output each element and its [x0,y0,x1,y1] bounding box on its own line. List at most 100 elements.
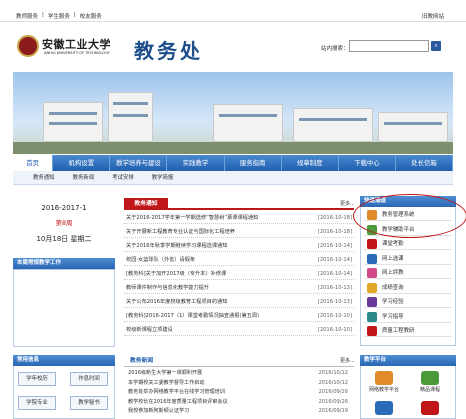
quick-access-label: 成绩查询 [382,284,404,291]
notice-title[interactable]: 关于开展新工程教育专业认证与国际化工程培养 [126,226,316,238]
news-more-link[interactable]: 更多... [340,357,355,364]
notice-title[interactable]: 关于2016年秋季学期继续学习课程选课通知 [126,240,316,252]
book-icon [421,371,439,385]
notice-row[interactable]: 关于开展新工程教育专业认证与国际化工程培养 [2016-10-18] [124,226,354,238]
news-date: 2016/10/12 [318,370,348,376]
notice-row[interactable]: 校级新课程立项建设 [2016-10-10] [124,324,354,336]
quick-access-icon [367,326,377,336]
nav-director-mailbox[interactable]: 处长信箱 [396,155,454,171]
term-label: 2016-2017-1 [41,204,87,212]
notice-more-link[interactable]: 更多... [340,200,355,207]
news-date: 2016/10/12 [318,379,348,386]
platform-tile-4[interactable] [410,400,450,419]
office-title: 教务处 [134,39,203,63]
notice-title[interactable]: 教师课件制作与信息化教学能力提升 [126,282,316,294]
weekday-value: 星期二 [70,235,92,243]
notice-title[interactable]: [教务科]关于加开2017级（专升本）补修课 [126,268,316,280]
weekly-teaching-header[interactable]: 本周常规教学工作 [13,258,115,269]
alumni-service-link[interactable]: 校友服务 [80,12,102,20]
subnav-notices[interactable]: 教务通知 [33,171,55,184]
notice-row[interactable]: 关于公布2016年度校级教育工程项目的通知 [2016-10-13] [124,296,354,308]
nav-organization[interactable]: 机构设置 [53,155,111,171]
notice-date: [2016-10-13] [317,299,352,305]
nav-practice[interactable]: 实践教学 [167,155,225,171]
quick-access-label: 学习指导 [382,313,404,320]
news-row[interactable]: 本学期校关工委教学督导工作启动 2016/10/12 [124,379,354,388]
platform-tile-courses[interactable]: 精品课程 [410,370,450,398]
subnav-news[interactable]: 教务新闻 [73,171,95,184]
quick-access-item[interactable]: 成绩查询 [364,282,452,294]
schedule-button[interactable]: 作息时间 [70,372,108,386]
quick-access-icon [367,253,377,264]
separator: | [42,12,44,18]
notice-title[interactable]: 校园·女篮球队（外省）请假条 [126,254,316,266]
quick-access-icon [367,297,377,307]
notice-title[interactable]: 校级新课程立项建设 [126,324,316,336]
notice-row[interactable]: 校园·女篮球队（外省）请假条 [2016-10-14] [124,254,354,266]
notice-date: [2016-10-13] [317,285,352,291]
notice-row[interactable]: 关于2016-2017学年第一学期选修“智慧树”慕课课程通知 [2016-10-1… [124,212,354,224]
notice-row[interactable]: 教师课件制作与信息化教学能力提升 [2016-10-13] [124,282,354,294]
news-title[interactable]: 教学校长在2016年度质量工程项目评审会议 [128,398,318,407]
news-row[interactable]: 教务处举办网络教学平台在线学习管理培训 2016/09/26 [124,388,354,397]
quick-access-item[interactable]: 课堂考勤 [364,238,452,250]
notice-row[interactable]: [教务科]关于加开2017级（专升本）补修课 [2016-10-14] [124,268,354,280]
news-row[interactable]: 我校参加新阿斯顿认证学习 2016/09/19 [124,407,354,416]
news-row[interactable]: 教学校长在2016年度质量工程项目评审会议 2016/09/26 [124,398,354,407]
notice-title[interactable]: [教务科]2016-2017（1）课堂考勤情况抽查通报(第五周) [126,310,316,322]
quick-access-label: 课堂考勤 [382,241,404,247]
quick-access-label: 网上选课 [382,255,404,262]
quick-access-item[interactable]: 网上評教 [364,267,452,279]
search-icon[interactable]: ⌕ [431,41,441,51]
news-title[interactable]: 2016级新生大学第一课顺利开展 [128,369,318,378]
student-service-link[interactable]: 学生服务 [48,12,70,20]
nav-downloads[interactable]: 下载中心 [339,155,396,171]
university-name: 安徽工业大学 [42,38,111,51]
nav-training[interactable]: 教学培养与建设 [110,155,168,171]
old-site-link[interactable]: 旧教网站 [422,12,444,20]
news-row[interactable]: 2016级新生大学第一课顺利开展 2016/10/12 [124,369,354,378]
school-calendar-button[interactable]: 学年校历 [18,372,56,386]
quick-access-item[interactable]: 网上选课 [364,253,452,265]
quick-access-icon [367,239,377,249]
date-value: 10月18日 [36,235,69,243]
notice-date: [2016-10-10] [317,327,352,333]
quick-access-icon [367,282,377,293]
week-label: 第8周 [55,219,73,227]
campus-banner-image [13,72,453,154]
notice-title[interactable]: 关于2016-2017学年第一学期选修“智慧树”慕课课程通知 [126,212,316,224]
news-tab[interactable]: 教务新闻 [124,355,176,367]
platform-tile-3[interactable] [364,400,404,419]
nav-service-guide[interactable]: 服务指南 [225,155,282,171]
quick-access-label: 学习经验 [382,299,404,305]
news-title[interactable]: 教务处举办网络教学平台在线学习管理培训 [128,388,318,397]
platform-tile-online[interactable]: 网络教学平台 [364,370,404,398]
quick-access-item[interactable]: 学习经验 [364,296,452,308]
sub-nav: 教务通知 教务新闻 考试安排 教学简报 [13,171,453,185]
notice-row[interactable]: [教务科]2016-2017（1）课堂考勤情况抽查通报(第五周) [2016-10… [124,310,354,322]
subnav-bulletin[interactable]: 教学简报 [152,171,174,184]
platform-tile-label: 网络教学平台 [368,387,399,393]
notice-row[interactable]: 关于2016年秋季学期继续学习课程选课通知 [2016-10-14] [124,240,354,252]
subnav-exams[interactable]: 考试安排 [112,171,134,184]
news-title[interactable]: 本学期校关工委教学督导工作启动 [128,379,318,388]
top-links: 教师服务 | 学生服务 | 校友服务 [16,12,102,20]
secretaries-button[interactable]: 教学秘书 [70,396,108,410]
quick-access-icon [367,311,377,322]
majors-button[interactable]: 学院专业 [18,396,56,410]
quick-access-item[interactable]: 质量工程教研 [364,325,452,337]
quick-access-item[interactable]: 学习指导 [364,311,452,323]
quick-access-label: 质量工程教研 [382,328,415,334]
notice-title[interactable]: 关于公布2016年度校级教育工程项目的通知 [126,296,316,308]
main-nav: 首页 机构设置 教学培养与建设 实践教学 服务指南 规章制度 下载中心 处长信箱 [13,155,454,171]
teacher-service-link[interactable]: 教师服务 [16,12,38,20]
news-title[interactable]: 我校参加新阿斯顿认证学习 [128,407,318,416]
notice-date: [2016-10-14] [317,271,352,277]
search-input[interactable] [349,40,429,52]
platform-header: 教学平台 [360,355,456,366]
nav-regulations[interactable]: 规章制度 [282,155,339,171]
notice-date: [2016-10-10] [317,313,352,319]
news-date: 2016/09/26 [318,398,348,405]
notice-tab[interactable]: 教务通知 [124,198,168,210]
nav-home[interactable]: 首页 [13,155,54,171]
